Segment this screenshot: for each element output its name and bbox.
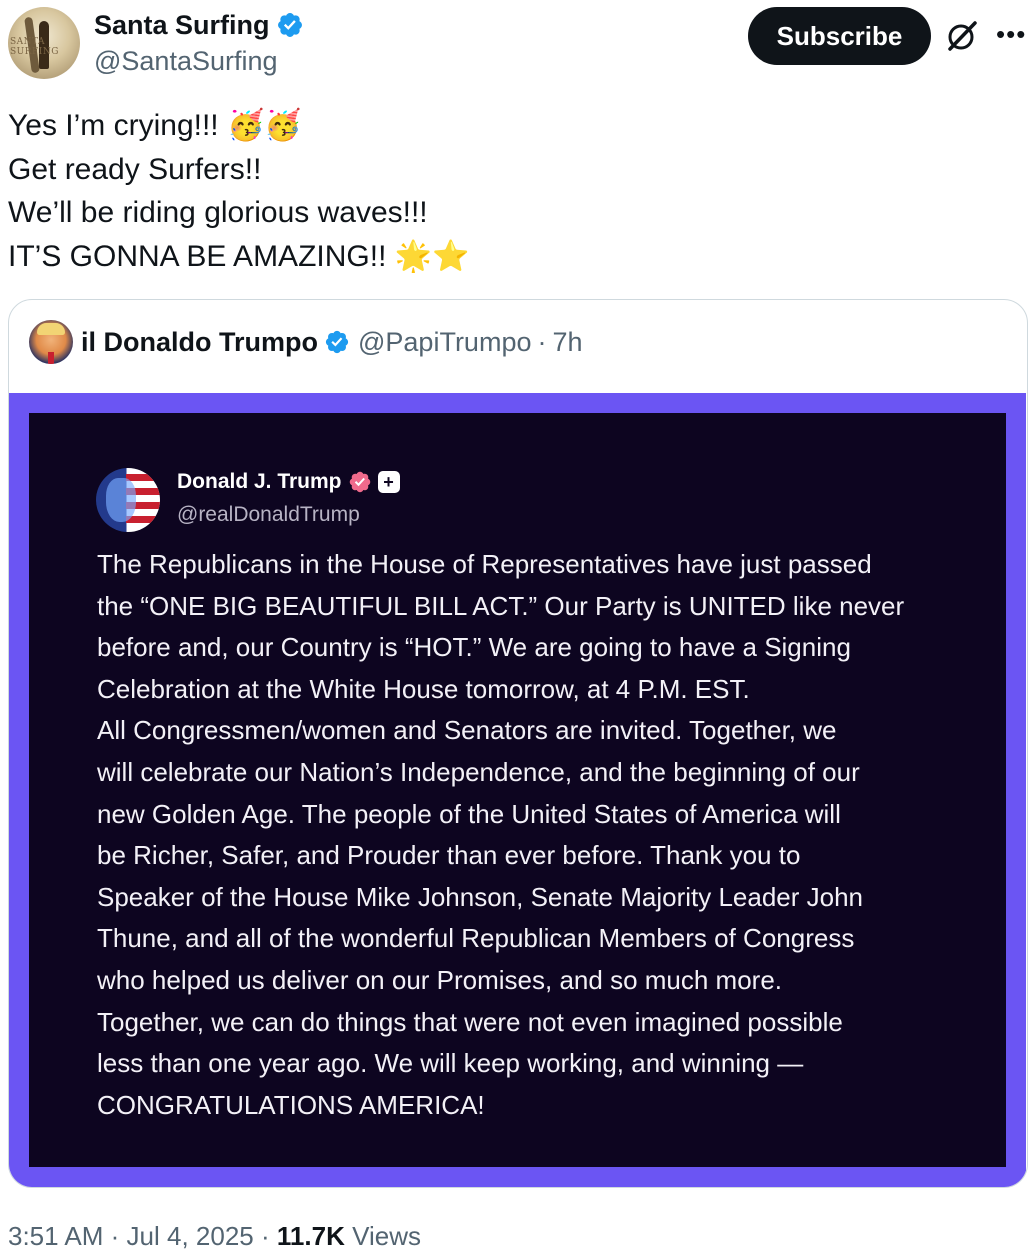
poster-name: Donald J. Trump <box>177 470 342 493</box>
tweet-footer: 3:51 AM · Jul 4, 2025 · 11.7K Views <box>8 1219 421 1253</box>
body-line: new Golden Age. The people of the United… <box>97 798 841 829</box>
author-name-row[interactable]: Santa Surfing <box>94 8 304 42</box>
quoted-author-avatar[interactable] <box>29 320 73 364</box>
tweet-date[interactable]: Jul 4, 2025 <box>127 1221 254 1251</box>
flag-stripe <box>126 474 160 481</box>
poster-body-text: The Republicans in the House of Represen… <box>97 544 977 1126</box>
separator-dot: · <box>537 326 547 357</box>
body-line: who helped us deliver on our Promises, a… <box>97 964 783 995</box>
poster-name-row: Donald J. Trump + <box>177 470 400 494</box>
poster-avatar <box>96 468 160 532</box>
avatar-logo-text: SANTA SURFING <box>10 37 59 57</box>
verified-badge-icon[interactable] <box>276 11 304 39</box>
truth-post-screenshot: Donald J. Trump + @realDonaldTrump The R… <box>29 413 1006 1167</box>
body-line: will celebrate our Nation’s Independence… <box>97 756 860 787</box>
quoted-tweet-card[interactable]: il Donaldo Trumpo @PapiTrumpo · 7h Donal… <box>8 299 1028 1188</box>
verified-badge-icon <box>349 471 370 493</box>
separator-dot: · <box>261 1221 270 1251</box>
quoted-tweet-header: il Donaldo Trumpo @PapiTrumpo · 7h <box>29 318 583 366</box>
avatar-tie-graphic <box>48 352 54 364</box>
body-line: Speaker of the House Mike Johnson, Senat… <box>97 881 864 912</box>
views-count[interactable]: 11.7K <box>277 1221 345 1251</box>
body-line: be Richer, Safer, and Prouder than ever … <box>97 840 801 871</box>
tweet-line: We’ll be riding glorious waves!!! <box>8 196 428 229</box>
subscribe-button[interactable]: Subscribe <box>748 7 931 65</box>
grok-icon[interactable] <box>944 18 980 54</box>
quoted-author-name[interactable]: il Donaldo Trumpo <box>81 327 318 358</box>
body-line: The Republicans in the House of Represen… <box>97 549 872 579</box>
tweet-header: SANTA SURFING Santa Surfing @SantaSurfin… <box>0 0 1032 90</box>
plus-badge-icon: + <box>377 471 400 493</box>
quoted-media-image[interactable]: Donald J. Trump + @realDonaldTrump The R… <box>9 393 1026 1187</box>
avatar-hair-graphic <box>37 323 65 335</box>
body-line: less than one year ago. We will keep wor… <box>97 1048 804 1079</box>
tweet-time[interactable]: 3:51 AM <box>8 1221 103 1251</box>
views-label: Views <box>352 1221 421 1251</box>
body-line: the “ONE BIG BEAUTIFUL BILL ACT.” Our Pa… <box>97 590 905 621</box>
more-icon[interactable]: ••• <box>996 21 1026 47</box>
body-line: Thune, and all of the wonderful Republic… <box>97 923 855 954</box>
quoted-author-handle[interactable]: @PapiTrumpo <box>358 327 531 358</box>
body-line: before and, our Country is “HOT.” We are… <box>97 632 851 663</box>
avatar-face-graphic <box>106 478 136 522</box>
author-handle[interactable]: @SantaSurfing <box>94 44 278 78</box>
body-line: Celebration at the White House tomorrow,… <box>97 673 750 704</box>
quoted-tweet-time[interactable]: 7h <box>552 327 582 358</box>
tweet-line: Get ready Surfers!! <box>8 152 262 186</box>
body-line: CONGRATULATIONS AMERICA! <box>97 1089 485 1120</box>
tweet-line: Yes I’m crying!!! 🥳🥳 <box>8 109 302 142</box>
tweet-line: IT’S GONNA BE AMAZING!! 🌟⭐ <box>8 239 470 273</box>
verified-badge-icon[interactable] <box>324 329 350 355</box>
tweet-text: Yes I’m crying!!! 🥳🥳 Get ready Surfers!!… <box>8 104 469 278</box>
body-line: Together, we can do things that were not… <box>97 1006 843 1037</box>
poster-handle: @realDonaldTrump <box>177 503 360 526</box>
author-avatar[interactable]: SANTA SURFING <box>8 7 80 79</box>
body-line: All Congressmen/women and Senators are i… <box>97 715 837 746</box>
author-display-name[interactable]: Santa Surfing <box>94 8 270 42</box>
separator-dot: · <box>110 1221 120 1251</box>
